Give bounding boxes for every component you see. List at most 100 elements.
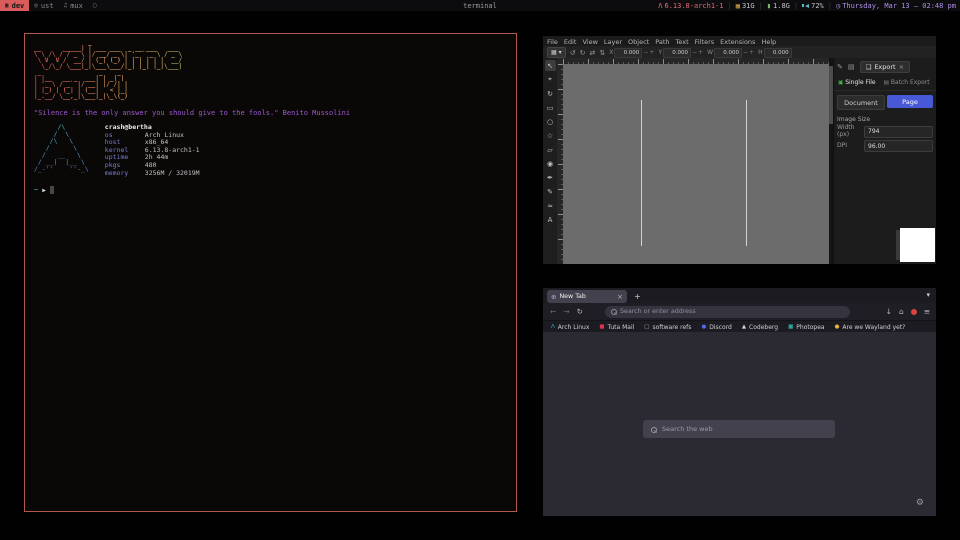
tuta-icon: ■ <box>599 324 604 330</box>
workspace-tag-mux[interactable]: ♫ mux <box>59 0 88 11</box>
arch-icon: Λ <box>551 324 555 330</box>
pencil-panel-icon[interactable]: ✎ <box>837 63 843 71</box>
bookmark-tuta-mail[interactable]: ■ Tuta Mail <box>599 324 634 331</box>
url-bar[interactable]: Search or enter address <box>605 306 850 318</box>
new-tab-page: Search the web ⚙ <box>543 332 936 516</box>
export-icon: ❏ <box>866 63 872 71</box>
quote-line: "Silence is the only answer you should g… <box>34 109 507 117</box>
focused-window-title: terminal <box>463 2 497 10</box>
back-button[interactable]: ← <box>550 307 556 316</box>
vertical-guide[interactable] <box>641 100 642 246</box>
selection-mode-dropdown[interactable]: ▦ ▾ <box>547 47 566 58</box>
menu-filters[interactable]: Filters <box>695 38 714 46</box>
export-dialog-tab[interactable]: ❏ Export × <box>860 61 911 73</box>
selector-tool[interactable]: ↖ <box>545 60 556 71</box>
menu-help[interactable]: Help <box>761 38 776 46</box>
minus-stepper[interactable]: − <box>743 49 748 56</box>
plus-stepper[interactable]: + <box>649 49 654 56</box>
bookmark-codeberg[interactable]: ▲ Codeberg <box>742 324 778 331</box>
clock-icon: ◷ <box>836 2 840 10</box>
document-button[interactable]: Document <box>837 95 885 110</box>
pen-tool[interactable]: ✒ <box>545 172 556 183</box>
downloads-icon[interactable]: ↓ <box>886 307 892 316</box>
rotate-ccw-icon[interactable]: ↺ <box>570 49 576 57</box>
personalize-gear-icon[interactable]: ⚙ <box>916 498 924 508</box>
plus-stepper[interactable]: + <box>698 49 703 56</box>
width-field[interactable]: W 0.000 − + <box>707 48 754 58</box>
toolbox: ↖ ⌖ ↻ ▭ ○ ☆ ▱ ◉ ✒ ✎ ≈ A <box>543 58 557 264</box>
workspace-tag-4[interactable]: ▢ <box>88 0 102 11</box>
music-workspace-icon: ♫ <box>64 2 68 9</box>
web-search-input[interactable]: Search the web <box>643 420 835 438</box>
inkscape-window: File Edit View Layer Object Path Text Fi… <box>543 36 936 264</box>
separator: | <box>728 2 732 10</box>
status-modules: Λ 6.13.8-arch1-1 | ▦ 31G | ▮ 1.8G | 72% … <box>658 2 960 10</box>
codeberg-icon: ▲ <box>742 324 746 330</box>
menu-icon[interactable]: ≡ <box>924 307 930 316</box>
menu-extensions[interactable]: Extensions <box>720 38 755 46</box>
ascii-art-back: _ _ _ | |__ __ _ ___| | _| | | '_ \ / _`… <box>34 70 507 100</box>
extension-icon[interactable] <box>911 309 917 315</box>
ellipse-tool[interactable]: ○ <box>545 116 556 127</box>
export-mode-tabs: ▣ Single File ▤ Batch Export <box>834 75 936 91</box>
height-field[interactable]: H 0.000 <box>758 48 792 58</box>
tab-bar: ⊕ New Tab × + ▾ <box>543 288 936 303</box>
canvas[interactable] <box>563 64 829 264</box>
flip-horizontal-icon[interactable]: ⇄ <box>589 49 595 57</box>
export-area-toggle: Document Page <box>834 91 936 112</box>
bookmark-folder-software-refs[interactable]: ▢ software refs <box>644 324 691 331</box>
y-coordinate-field[interactable]: Y 0.000 − + <box>658 48 703 58</box>
bookmark-are-we-wayland-yet[interactable]: ● Are we Wayland yet? <box>835 324 906 331</box>
kernel-version: 6.13.8-arch1-1 <box>664 2 723 10</box>
new-tab-button[interactable]: + <box>634 292 641 301</box>
star-tool[interactable]: ☆ <box>545 130 556 141</box>
calligraphy-tool[interactable]: ≈ <box>545 200 556 211</box>
node-tool[interactable]: ⌖ <box>545 74 556 85</box>
home-icon[interactable]: ⌂ <box>899 307 904 316</box>
reload-button[interactable]: ↻ <box>577 307 583 316</box>
export-width-input[interactable]: 794 <box>864 126 933 138</box>
batch-export-tab[interactable]: ▤ Batch Export <box>884 79 930 86</box>
rotate-cw-icon[interactable]: ↻ <box>580 49 586 57</box>
photopea-icon: ■ <box>788 324 793 330</box>
page-button[interactable]: Page <box>887 95 933 108</box>
minus-stepper[interactable]: − <box>692 49 697 56</box>
menu-view[interactable]: View <box>582 38 597 46</box>
rectangle-tool[interactable]: ▭ <box>545 102 556 113</box>
list-all-tabs-icon[interactable]: ▾ <box>926 291 930 299</box>
bookmark-arch-linux[interactable]: Λ Arch Linux <box>551 324 589 331</box>
bookmark-photopea[interactable]: ■ Photopea <box>788 324 825 331</box>
plus-stepper[interactable]: + <box>749 49 754 56</box>
tab-new-tab[interactable]: ⊕ New Tab × <box>547 290 627 303</box>
x-coordinate-field[interactable]: X 0.000 − + <box>609 48 654 58</box>
close-icon[interactable]: × <box>899 63 904 71</box>
box3d-tool[interactable]: ▱ <box>545 144 556 155</box>
menu-text[interactable]: Text <box>676 38 689 46</box>
terminal-window[interactable]: _ __ _____| | ___ ___ _ __ ___ ___ \ \ /… <box>24 33 517 512</box>
close-tab-icon[interactable]: × <box>617 293 623 301</box>
square-workspace-icon: ▢ <box>93 2 97 9</box>
menu-edit[interactable]: Edit <box>564 38 577 46</box>
pencil-tool[interactable]: ✎ <box>545 186 556 197</box>
vertical-guide[interactable] <box>746 100 747 246</box>
workspace-tag-ust[interactable]: ◎ ust <box>29 0 58 11</box>
tweak-tool[interactable]: ↻ <box>545 88 556 99</box>
discord-icon: ● <box>701 324 706 330</box>
layers-panel-icon[interactable]: ▤ <box>848 63 855 71</box>
menu-file[interactable]: File <box>547 38 558 46</box>
menu-path[interactable]: Path <box>655 38 669 46</box>
single-file-tab[interactable]: ▣ Single File <box>838 79 876 86</box>
workspace-tag-dev[interactable]: ▣ dev <box>0 0 29 11</box>
text-cursor <box>50 186 54 194</box>
grid-icon: ▦ <box>551 49 557 56</box>
flip-vertical-icon[interactable]: ⇅ <box>599 49 605 57</box>
menu-object[interactable]: Object <box>628 38 649 46</box>
forward-button[interactable]: → <box>563 307 569 316</box>
minus-stepper[interactable]: − <box>643 49 648 56</box>
menu-layer[interactable]: Layer <box>604 38 622 46</box>
export-dpi-input[interactable]: 96.00 <box>864 140 933 152</box>
text-tool[interactable]: A <box>545 214 556 225</box>
bookmark-discord[interactable]: ● Discord <box>701 324 731 331</box>
shell-prompt[interactable]: ~ ▶ <box>34 186 507 194</box>
spiral-tool[interactable]: ◉ <box>545 158 556 169</box>
